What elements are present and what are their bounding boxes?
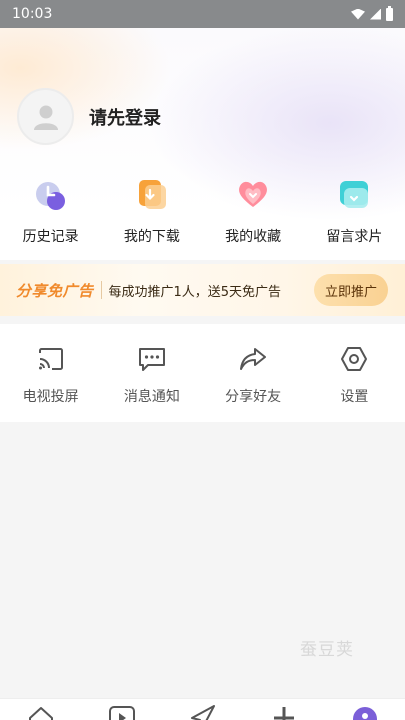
cast-icon <box>36 344 66 374</box>
tab-video[interactable] <box>81 699 162 720</box>
share-icon <box>238 344 268 374</box>
tool-item-settings[interactable]: 设置 <box>304 324 405 422</box>
status-icons <box>351 5 393 21</box>
quick-label-request: 留言求片 <box>326 229 383 245</box>
promote-button[interactable]: 立即推广 <box>314 274 388 306</box>
banner-divider <box>100 281 102 299</box>
quick-actions: 历史记录 我的下载 我的收藏 留言求片 <box>0 176 405 252</box>
share-banner[interactable]: 分享免广告 每成功推广1人，送5天免广告 立即推广 <box>0 264 405 316</box>
history-icon <box>35 182 65 210</box>
video-icon <box>108 706 135 720</box>
tool-item-message[interactable]: 消息通知 <box>101 324 202 422</box>
profile-login[interactable]: 请先登录 <box>17 88 161 145</box>
profile-icon <box>352 707 377 720</box>
tool-item-cast[interactable]: 电视投屏 <box>0 324 101 422</box>
wifi-icon <box>351 8 365 20</box>
tab-plus[interactable] <box>243 699 324 720</box>
tool-label-share: 分享好友 <box>225 389 282 405</box>
battery-icon <box>386 5 393 21</box>
settings-icon <box>339 344 369 374</box>
avatar[interactable] <box>17 88 74 145</box>
banner-text: 每成功推广1人，送5天免广告 <box>108 284 282 300</box>
banner-tag: 分享免广告 <box>16 281 94 300</box>
home-icon <box>28 707 53 720</box>
quick-item-history[interactable]: 历史记录 <box>0 176 101 252</box>
quick-item-download[interactable]: 我的下载 <box>101 176 202 252</box>
quick-label-download: 我的下载 <box>123 229 180 245</box>
watermark: 蚕豆荚 <box>300 640 354 660</box>
tool-item-share[interactable]: 分享好友 <box>203 324 304 422</box>
status-time: 10:03 <box>12 6 53 22</box>
tab-send[interactable] <box>162 699 243 720</box>
send-icon <box>190 705 215 720</box>
message-icon <box>137 344 167 374</box>
quick-label-history: 历史记录 <box>22 229 79 245</box>
tool-label-cast: 电视投屏 <box>22 389 79 405</box>
bottom-tabbar <box>0 698 405 720</box>
favorite-icon <box>239 181 268 207</box>
signal-icon <box>370 8 381 20</box>
tab-home[interactable] <box>0 699 81 720</box>
request-icon <box>340 181 369 208</box>
tool-label-message: 消息通知 <box>123 389 180 405</box>
quick-label-favorite: 我的收藏 <box>225 229 282 245</box>
tab-profile[interactable] <box>324 699 405 720</box>
quick-item-request[interactable]: 留言求片 <box>304 176 405 252</box>
avatar-placeholder-icon <box>33 105 58 130</box>
login-prompt[interactable]: 请先登录 <box>89 104 161 130</box>
tool-label-settings: 设置 <box>340 389 369 405</box>
tools-row: 电视投屏 消息通知 分享好友 设置 <box>0 324 405 422</box>
download-icon <box>138 180 166 209</box>
plus-icon <box>273 707 294 720</box>
status-bar: 10:03 <box>0 0 405 28</box>
quick-item-favorite[interactable]: 我的收藏 <box>203 176 304 252</box>
